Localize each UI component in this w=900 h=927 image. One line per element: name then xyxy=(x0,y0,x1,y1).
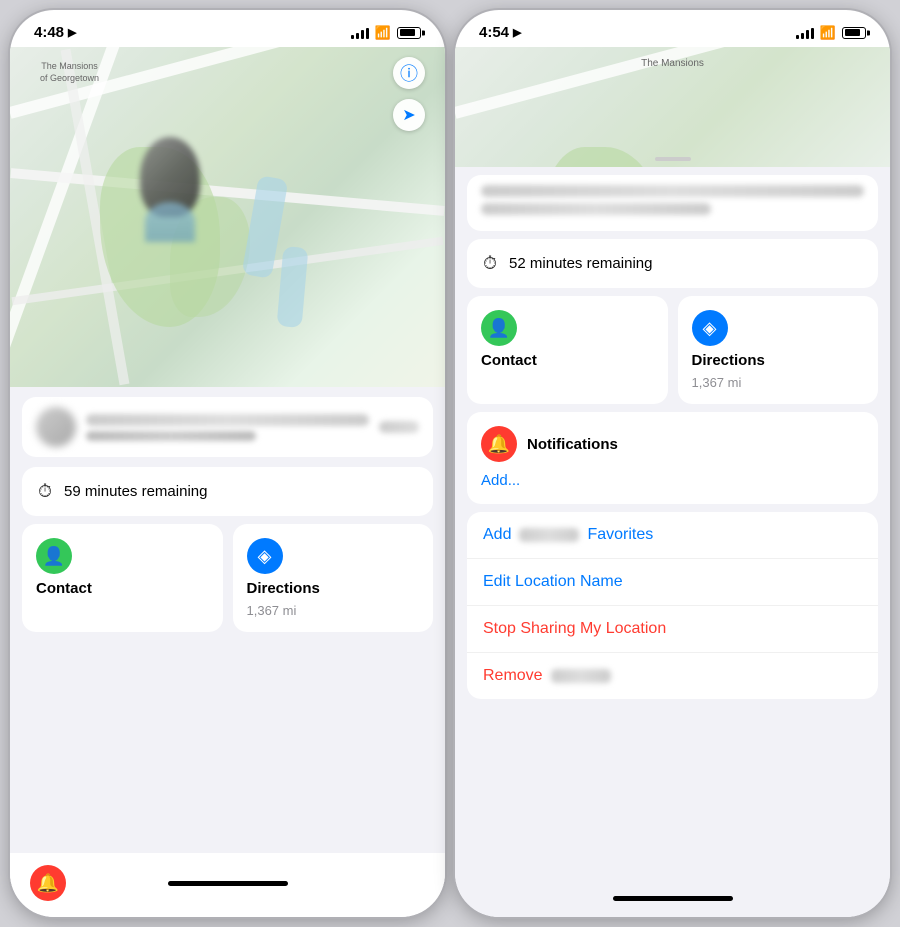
timer-icon-right: ⏱ xyxy=(483,253,497,274)
signal-bars xyxy=(351,27,369,39)
location-button[interactable]: ➤ xyxy=(393,99,425,131)
info-icon: ⓘ xyxy=(400,60,418,86)
info-button[interactable]: ⓘ xyxy=(393,57,425,89)
map-label-left: The Mansions of Georgetown xyxy=(40,61,99,84)
timer-icon: ⏱ xyxy=(38,481,52,502)
name-card-right xyxy=(467,175,878,231)
notif-bell-icon: 🔔 xyxy=(481,426,517,462)
status-bar-left: 4:48 ▶ 📶 xyxy=(10,10,445,47)
blurred-name-remove xyxy=(551,669,611,683)
signal-bars-right xyxy=(796,27,814,39)
map-left: The Mansions of Georgetown ⓘ ➤ xyxy=(10,47,445,387)
location-arrow-icon: ▶ xyxy=(68,26,76,39)
directions-card-left[interactable]: ◈ Directions 1,367 mi xyxy=(233,524,434,632)
bottom-panel-right: ⏱ 52 minutes remaining 👤 Contact ◈ Direc… xyxy=(455,167,890,917)
status-time-left: 4:48 ▶ xyxy=(34,24,77,41)
directions-icon: ◈ xyxy=(247,538,283,574)
contact-card-left[interactable]: 👤 Contact xyxy=(22,524,223,632)
notification-button-left[interactable]: 🔔 xyxy=(30,865,66,901)
notif-add-link[interactable]: Add... xyxy=(481,472,520,489)
timer-text-right: 52 minutes remaining xyxy=(509,255,652,272)
bottom-bar-right xyxy=(455,888,890,917)
directions-card-right[interactable]: ◈ Directions 1,367 mi xyxy=(678,296,879,404)
remove-item[interactable]: Remove xyxy=(467,653,878,699)
map-label-right: The Mansions xyxy=(641,57,704,70)
add-favorites-item[interactable]: Add Favorites xyxy=(467,512,878,559)
bottom-bar-left: 🔔 xyxy=(10,853,445,917)
contact-icon: 👤 xyxy=(36,538,72,574)
name-card-left xyxy=(22,397,433,457)
battery-icon-right xyxy=(842,27,866,39)
contact-label-left: Contact xyxy=(36,580,209,597)
contact-card-right[interactable]: 👤 Contact xyxy=(467,296,668,404)
home-indicator-left xyxy=(168,881,288,886)
wifi-icon-right: 📶 xyxy=(820,25,836,41)
time-left: 4:48 xyxy=(34,24,64,41)
directions-label-left: Directions xyxy=(247,580,420,597)
map-user-body xyxy=(145,202,195,242)
directions-distance-right: 1,367 mi xyxy=(692,375,865,390)
stop-sharing-item[interactable]: Stop Sharing My Location xyxy=(467,606,878,653)
contact-label-right: Contact xyxy=(481,352,654,369)
timer-row-right: ⏱ 52 minutes remaining xyxy=(467,239,878,288)
status-time-right: 4:54 ▶ xyxy=(479,24,522,41)
drag-handle xyxy=(655,157,691,161)
notif-title: Notifications xyxy=(527,436,618,453)
contact-icon-right: 👤 xyxy=(481,310,517,346)
action-row-right: 👤 Contact ◈ Directions 1,367 mi xyxy=(467,296,878,404)
left-phone: 4:48 ▶ 📶 The Mansions xyxy=(10,10,445,917)
right-phone: 4:54 ▶ 📶 The Mansions xyxy=(455,10,890,917)
directions-label-right: Directions xyxy=(692,352,865,369)
edit-location-item[interactable]: Edit Location Name xyxy=(467,559,878,606)
location-icon: ➤ xyxy=(402,105,415,125)
time-right: 4:54 xyxy=(479,24,509,41)
bell-icon-left: 🔔 xyxy=(37,873,59,894)
timer-row-left: ⏱ 59 minutes remaining xyxy=(22,467,433,516)
directions-distance-left: 1,367 mi xyxy=(247,603,420,618)
notifications-card: 🔔 Notifications Add... xyxy=(467,412,878,504)
wifi-icon: 📶 xyxy=(375,25,391,41)
action-row-left: 👤 Contact ◈ Directions 1,367 mi xyxy=(22,524,433,632)
home-indicator-right xyxy=(613,896,733,901)
status-bar-right: 4:54 ▶ 📶 xyxy=(455,10,890,47)
bottom-panel-left: ⏱ 59 minutes remaining 👤 Contact ◈ Direc… xyxy=(10,387,445,917)
blurred-name-favorites xyxy=(519,528,579,542)
status-icons-left: 📶 xyxy=(351,25,421,41)
map-right: The Mansions xyxy=(455,47,890,167)
action-list: Add Favorites Edit Location Name Stop Sh… xyxy=(467,512,878,699)
user-avatar-blur xyxy=(36,407,76,447)
location-arrow-icon-right: ▶ xyxy=(513,26,521,39)
timer-text-left: 59 minutes remaining xyxy=(64,483,207,500)
status-icons-right: 📶 xyxy=(796,25,866,41)
battery-icon xyxy=(397,27,421,39)
directions-icon-right: ◈ xyxy=(692,310,728,346)
